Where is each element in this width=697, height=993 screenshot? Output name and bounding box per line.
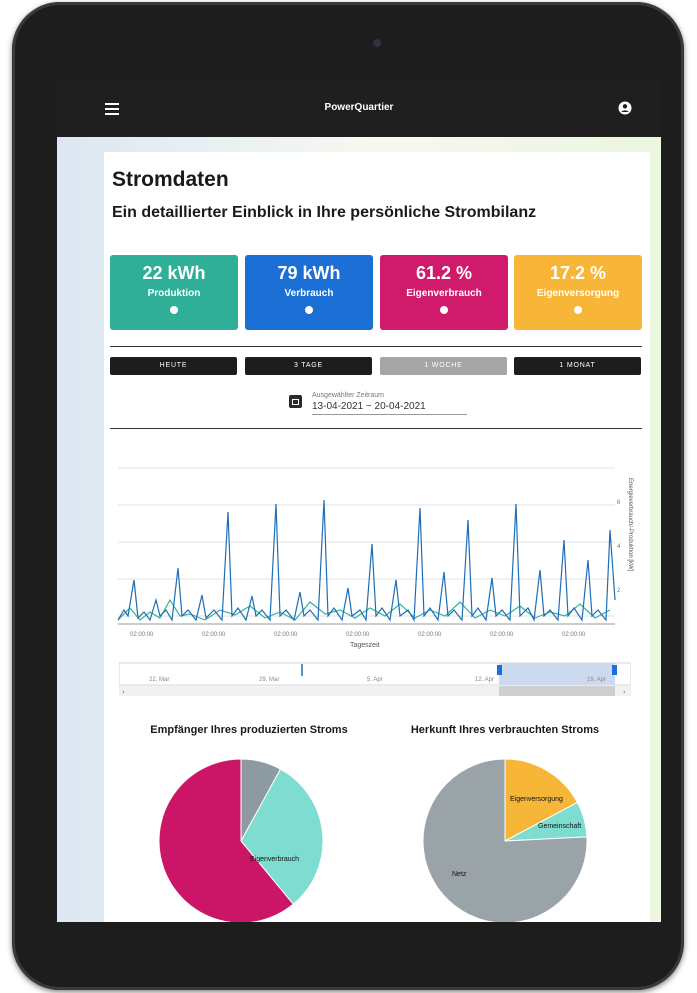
- x-tick-label: 02:00:00: [346, 632, 370, 638]
- navigator-label: 12. Apr: [475, 677, 494, 683]
- y-axis-label: Energieverbrauch/-Produktion [kW]: [627, 478, 633, 572]
- pie-right-slice-label: Eigenversorgung: [510, 796, 563, 803]
- date-range-input[interactable]: 13-04-2021 ~ 20-04-2021: [312, 401, 426, 412]
- grid-lines: [118, 467, 615, 617]
- range-button-heute[interactable]: HEUTE: [110, 357, 237, 375]
- app-title: PowerQuartier: [324, 102, 394, 113]
- x-tick-label: 02:00:00: [562, 632, 586, 638]
- info-icon[interactable]: [574, 306, 582, 314]
- calendar-icon[interactable]: [289, 395, 302, 408]
- navigator-handle-right[interactable]: [612, 665, 617, 675]
- info-icon[interactable]: [305, 306, 313, 314]
- pie-left-slice-label: Eigenverbrauch: [250, 856, 299, 863]
- y-tick-label: 4: [617, 544, 621, 550]
- tile-value: 17.2 %: [549, 263, 607, 283]
- pie-right-slice-label: Gemeinschaft: [538, 823, 581, 830]
- navigator-label: 19. Apr: [587, 677, 606, 683]
- pie-chart-right[interactable]: Eigenversorgung Gemeinschaft Netz: [420, 756, 590, 922]
- pie-title-left: Empfänger Ihres produzierten Stroms: [150, 724, 348, 736]
- app-bar: PowerQuartier: [57, 82, 661, 137]
- app-screen: PowerQuartier Stromdaten Ein detailliert…: [57, 82, 661, 922]
- pie-chart-left[interactable]: NetzGemeinschaftEigenverbrauch: [156, 756, 326, 922]
- chevron-right-icon[interactable]: ›: [623, 688, 626, 696]
- power-line-chart[interactable]: 02:00:00 02:00:00 02:00:00 02:00:00 02:0…: [110, 460, 640, 660]
- tile-label: Eigenverbrauch: [406, 288, 482, 299]
- tile-value: 61.2 %: [415, 263, 473, 283]
- tile-label: Produktion: [147, 288, 201, 299]
- info-icon[interactable]: [170, 306, 178, 314]
- navigator-handle-left[interactable]: [497, 665, 502, 675]
- tile-label: Eigenversorgung: [536, 288, 620, 299]
- consumption-series: [117, 499, 616, 623]
- x-tick-label: 02:00:00: [274, 632, 298, 638]
- x-tick-label: 02:00:00: [490, 632, 514, 638]
- divider: [110, 346, 642, 347]
- tile-value: 79 kWh: [277, 263, 341, 283]
- chevron-left-icon[interactable]: ‹: [122, 688, 125, 696]
- tile-value: 22 kWh: [142, 263, 206, 283]
- y-tick-label: 6: [617, 500, 621, 506]
- tile-verbrauch[interactable]: 79 kWh Verbrauch: [245, 255, 373, 330]
- range-button-1-monat[interactable]: 1 MONAT: [514, 357, 641, 375]
- account-circle-icon[interactable]: [618, 101, 632, 115]
- divider: [110, 428, 642, 429]
- range-button-1-woche[interactable]: 1 WOCHE: [380, 357, 507, 375]
- navigator-label: 5. Apr: [367, 677, 383, 683]
- tablet-frame: PowerQuartier Stromdaten Ein detailliert…: [12, 2, 684, 990]
- x-axis-label: Tageszeit: [350, 642, 380, 649]
- scrollbar-thumb[interactable]: [499, 686, 615, 696]
- tile-label: Verbrauch: [284, 288, 334, 299]
- y-tick-label: 2: [617, 588, 621, 594]
- page-subtitle: Ein detaillierter Einblick in Ihre persö…: [112, 204, 537, 221]
- pie-right-slice-label: Netz: [452, 871, 467, 878]
- x-tick-label: 02:00:00: [130, 632, 154, 638]
- timeline-navigator[interactable]: 22. Mar 29. Mar 5. Apr 12. Apr 19. Apr ‹…: [119, 662, 631, 702]
- x-tick-label: 02:00:00: [418, 632, 442, 638]
- date-range-underline: [312, 414, 467, 415]
- tile-eigenverbrauch[interactable]: 61.2 % Eigenverbrauch: [380, 255, 508, 330]
- x-tick-label: 02:00:00: [202, 632, 226, 638]
- content-card: Stromdaten Ein detaillierter Einblick in…: [104, 152, 650, 922]
- camera-icon: [373, 39, 381, 47]
- info-icon[interactable]: [440, 306, 448, 314]
- date-range-caption: Ausgewählter Zeitraum: [312, 392, 384, 399]
- page-title: Stromdaten: [112, 168, 229, 191]
- navigator-label: 29. Mar: [259, 677, 279, 683]
- pie-title-right: Herkunft Ihres verbrauchten Stroms: [410, 724, 600, 736]
- tile-eigenversorgung[interactable]: 17.2 % Eigenversorgung: [514, 255, 642, 330]
- tile-produktion[interactable]: 22 kWh Produktion: [110, 255, 238, 330]
- range-button-3-tage[interactable]: 3 TAGE: [245, 357, 372, 375]
- navigator-label: 22. Mar: [149, 677, 169, 683]
